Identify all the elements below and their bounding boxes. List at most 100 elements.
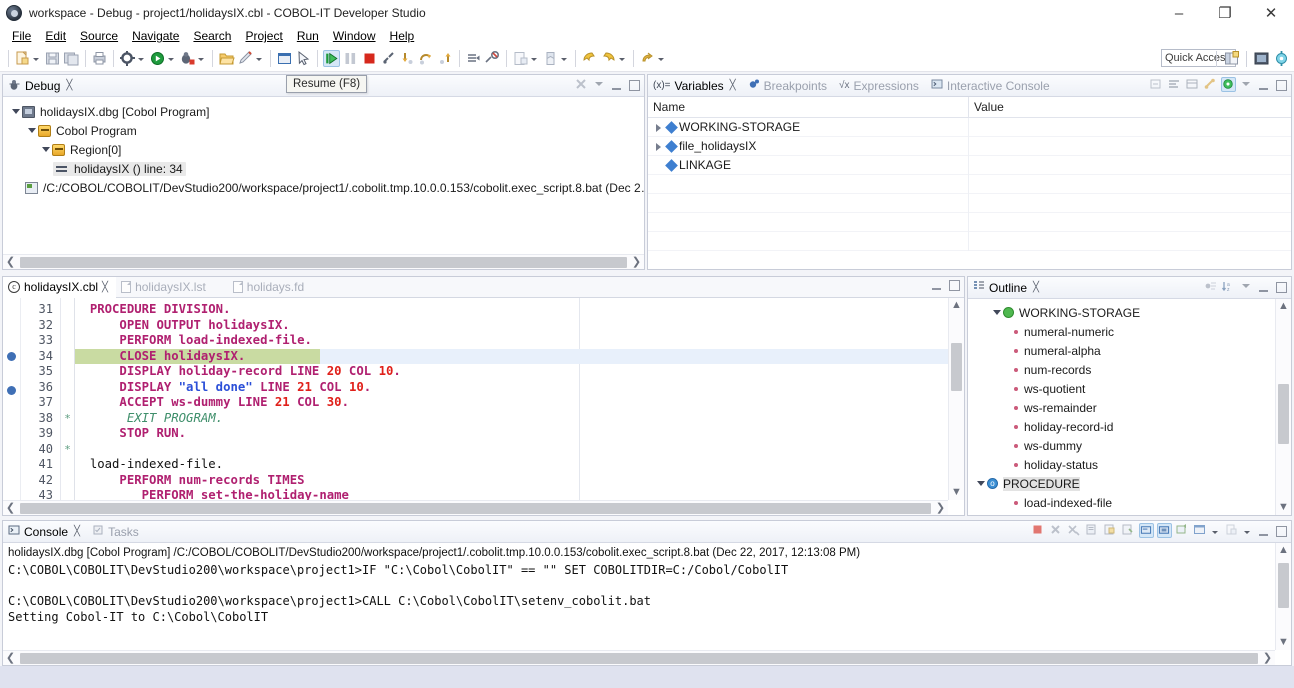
tab-expressions[interactable]: √x Expressions [834, 75, 926, 97]
suspend-icon[interactable] [342, 50, 359, 67]
restore-button[interactable]: ❐ [1202, 0, 1248, 26]
source-code-lines[interactable]: PROCEDURE DIVISION. OPEN OUTPUT holidays… [75, 298, 964, 515]
console-display-icon[interactable] [1193, 523, 1208, 538]
outline-item[interactable]: ws-remainder [968, 398, 1291, 417]
open-perspective-icon[interactable] [1223, 50, 1240, 67]
next-annotation-icon[interactable] [639, 50, 656, 67]
debug-maximize-button[interactable] [627, 78, 641, 92]
tab-console-close-icon[interactable]: ╳ [74, 526, 80, 537]
outline-item[interactable]: holiday-status [968, 455, 1291, 474]
new-console-view-icon[interactable] [1175, 523, 1190, 538]
resume-icon[interactable] [323, 50, 340, 67]
scroll-lock-icon[interactable] [1103, 523, 1118, 538]
print-icon[interactable] [91, 50, 108, 67]
scroll-down-arrow-icon[interactable]: ▼ [1276, 635, 1291, 650]
forward-history-icon[interactable] [600, 50, 617, 67]
annotation-dropdown-arrow-icon[interactable] [657, 51, 666, 67]
twisty-open-icon[interactable] [974, 477, 987, 490]
tab-console[interactable]: Console ╳ [3, 521, 87, 543]
code-line[interactable] [75, 442, 964, 458]
code-line[interactable]: PERFORM load-indexed-file. [75, 333, 964, 349]
console-menu-dropdown-arrow-icon[interactable] [1243, 524, 1252, 538]
code-line[interactable]: EXIT PROGRAM. [75, 411, 964, 427]
pin-console-icon[interactable] [1121, 523, 1136, 538]
outline-item[interactable]: WORKING-STORAGE [968, 303, 1291, 322]
tab-debug[interactable]: Debug ╳ [3, 75, 79, 97]
debug-dropdown-arrow-icon[interactable] [167, 51, 176, 67]
refresh-icon[interactable] [1221, 77, 1236, 92]
menu-project[interactable]: Project [238, 28, 289, 44]
variables-view-menu-icon[interactable] [1239, 77, 1254, 92]
tab-tasks[interactable]: Tasks [87, 521, 146, 543]
save-icon[interactable] [44, 50, 61, 67]
code-editor[interactable]: 31 32 33 34 35 36 37 38 39 40 41 42 43 [3, 298, 964, 515]
menu-window[interactable]: Window [326, 28, 383, 44]
outline-item[interactable]: numeral-numeric [968, 322, 1291, 341]
breakpoint-marker-36[interactable] [7, 386, 16, 395]
outline-item[interactable]: num-records [968, 360, 1291, 379]
new-dropdown-arrow-icon[interactable] [32, 51, 41, 67]
tree-item-process[interactable]: /C:/COBOL/COBOLIT/DevStudio200/workspace… [5, 178, 644, 197]
tree-item-region[interactable]: Region[0] [5, 140, 644, 159]
terminate-icon[interactable] [361, 50, 378, 67]
scroll-down-arrow-icon[interactable]: ▼ [949, 485, 964, 500]
outline-item[interactable]: load-indexed-file [968, 493, 1291, 512]
breakpoint-marker-34[interactable] [7, 352, 16, 361]
console-hscroll-thumb[interactable] [20, 653, 1258, 664]
code-line[interactable]: ACCEPT ws-dummy LINE 21 COL 30. [75, 395, 964, 411]
sort-icon[interactable]: az [1221, 279, 1236, 294]
outline-item[interactable]: oPROCEDURE [968, 474, 1291, 493]
back-history-icon[interactable] [581, 50, 598, 67]
tab-variables-close-icon[interactable]: ╳ [730, 80, 736, 91]
layout-icon[interactable] [1185, 77, 1200, 92]
remove-terminated-icon[interactable] [574, 77, 589, 92]
scroll-up-arrow-icon[interactable]: ▲ [1276, 299, 1291, 314]
bookmark-dropdown-arrow-icon[interactable] [560, 51, 569, 67]
new-project-dropdown-arrow-icon[interactable] [530, 51, 539, 67]
scroll-right-arrow-icon[interactable]: ❯ [933, 501, 948, 516]
menu-source[interactable]: Source [73, 28, 125, 44]
bug-debug-icon[interactable] [179, 50, 196, 67]
scroll-left-arrow-icon[interactable]: ❮ [3, 255, 18, 269]
open-console-icon[interactable] [1157, 523, 1172, 538]
console-maximize-button[interactable] [1274, 524, 1288, 538]
disconnect-icon[interactable] [380, 50, 397, 67]
tab-holidaysix-lst[interactable]: holidaysIX.lst [116, 277, 214, 298]
code-line[interactable]: load-indexed-file. [75, 457, 964, 473]
debug-perspective-icon[interactable] [1253, 50, 1270, 67]
new-cobol-project-icon[interactable] [512, 50, 529, 67]
new-file-icon[interactable] [14, 50, 31, 67]
bookmark-icon[interactable] [542, 50, 559, 67]
table-row[interactable]: file_holidaysIX [648, 137, 1291, 156]
view-menu-icon[interactable] [592, 77, 607, 92]
cobol-perspective-icon[interactable] [1273, 50, 1290, 67]
console-dropdown-arrow-icon[interactable] [1211, 524, 1220, 538]
code-line[interactable]: PROCEDURE DIVISION. [75, 302, 964, 318]
tab-holidays-fd[interactable]: holidays.fd [228, 277, 312, 298]
tab-holidaysix-cbl[interactable]: c holidaysIX.cbl ╳ [3, 277, 116, 298]
history-dropdown-arrow-icon[interactable] [618, 51, 627, 67]
twisty-open-icon[interactable] [990, 306, 1003, 319]
outline-item[interactable]: set-the-holiday-name [968, 512, 1291, 515]
twisty-closed-icon[interactable] [652, 121, 665, 134]
remove-all-consoles-icon[interactable] [1067, 523, 1082, 538]
menu-navigate[interactable]: Navigate [125, 28, 186, 44]
hide-fields-icon[interactable] [1203, 279, 1218, 294]
menu-run[interactable]: Run [290, 28, 326, 44]
minimize-button[interactable]: – [1156, 0, 1202, 26]
tree-item-stackframe[interactable]: holidaysIX () line: 34 [5, 159, 644, 178]
save-all-icon[interactable] [63, 50, 80, 67]
outline-item[interactable]: holiday-record-id [968, 417, 1291, 436]
editor-vscroll-thumb[interactable] [951, 343, 962, 391]
menu-search[interactable]: Search [186, 28, 238, 44]
variables-maximize-button[interactable] [1274, 78, 1288, 92]
console-minimize-button[interactable] [1257, 524, 1271, 538]
debug-hscroll-thumb[interactable] [20, 257, 627, 268]
editor-horizontal-scrollbar[interactable]: ❮ ❯ [3, 500, 948, 515]
menu-file[interactable]: File [5, 28, 38, 44]
table-row[interactable]: LINKAGE [648, 156, 1291, 175]
run-external-dropdown-arrow-icon[interactable] [255, 51, 264, 67]
editor-vertical-scrollbar[interactable]: ▲ ▼ [948, 298, 964, 500]
build-dropdown-arrow-icon[interactable] [137, 51, 146, 67]
menu-edit[interactable]: Edit [38, 28, 73, 44]
